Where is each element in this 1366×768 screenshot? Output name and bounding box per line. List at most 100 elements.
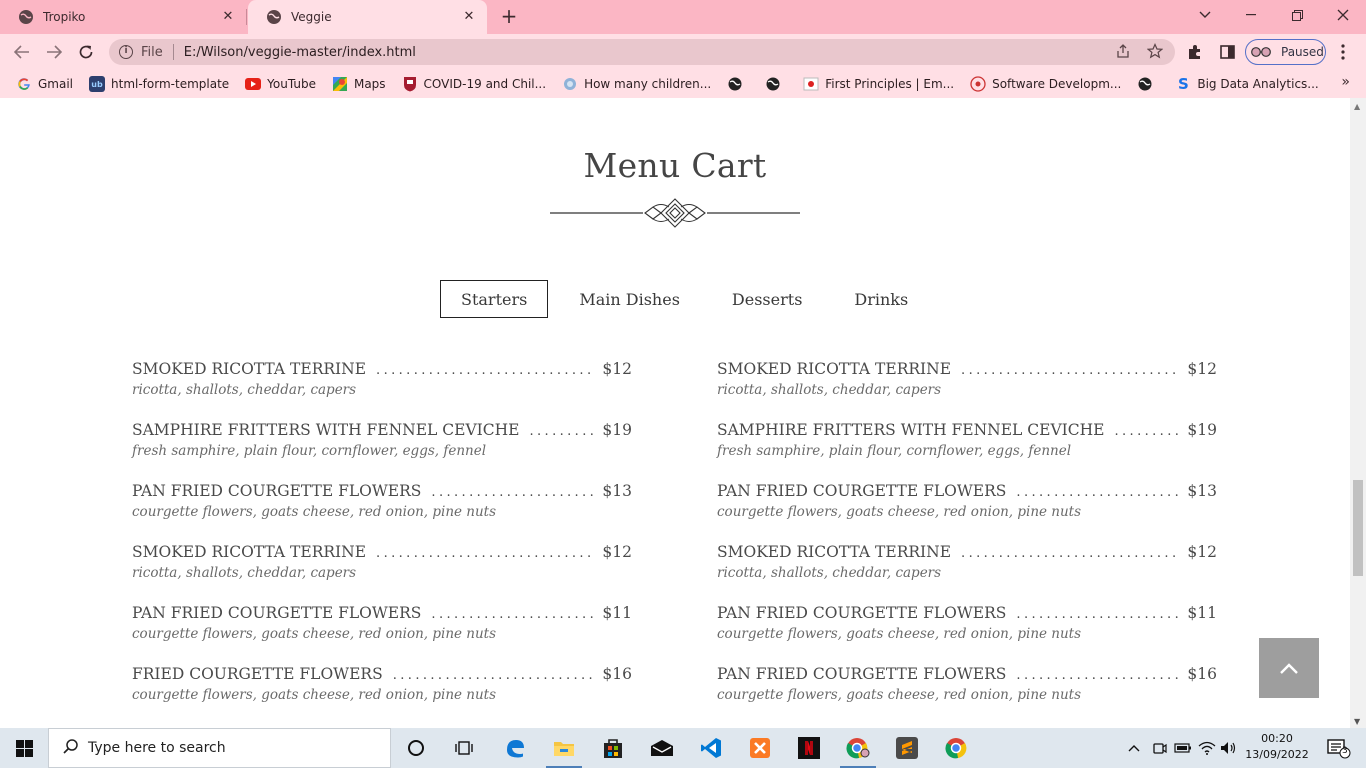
chrome-menu-button[interactable] — [1333, 42, 1353, 62]
tab-search-button[interactable] — [1182, 0, 1228, 30]
bookmark-globe-2[interactable] — [765, 76, 787, 92]
profile-button[interactable]: Paused — [1245, 39, 1326, 65]
tray-battery[interactable] — [1172, 728, 1194, 768]
browser-tab-veggie[interactable]: Veggie ✕ — [248, 0, 487, 34]
menu-item-name: PAN FRIED COURGETTE FLOWERS — [717, 482, 1007, 500]
wifi-icon — [1198, 741, 1216, 755]
task-view-button[interactable] — [440, 728, 488, 768]
dotted-leader: ........................................… — [961, 546, 1180, 561]
menu-item-header: SMOKED RICOTTA TERRINE..................… — [717, 543, 1217, 561]
back-to-top-button[interactable] — [1259, 638, 1319, 698]
restore-button[interactable] — [1274, 0, 1320, 30]
menu-item-name: SMOKED RICOTTA TERRINE — [717, 360, 952, 378]
close-tab-icon[interactable]: ✕ — [220, 9, 236, 25]
menu-item-name: SMOKED RICOTTA TERRINE — [717, 543, 952, 561]
menu-item-price: $13 — [1187, 482, 1217, 500]
bookmark-globe-1[interactable] — [727, 76, 749, 92]
tab-main-dishes[interactable]: Main Dishes — [558, 280, 701, 318]
taskbar-clock[interactable]: 00:20 13/09/2022 — [1240, 731, 1314, 763]
s-icon: S — [1177, 75, 1189, 93]
bookmark-gmail[interactable]: Gmail — [16, 76, 73, 92]
menu-item-price: $12 — [1187, 360, 1217, 378]
menu-item-description: ricotta, shallots, cheddar, capers — [717, 565, 942, 581]
new-tab-button[interactable]: + — [498, 6, 520, 28]
harvard-icon — [402, 76, 418, 92]
xampp-icon — [750, 738, 770, 758]
tab-starters[interactable]: Starters — [440, 280, 549, 318]
tray-volume[interactable] — [1218, 728, 1240, 768]
taskbar-netflix[interactable] — [785, 728, 833, 768]
bookmark-label: First Principles | Em... — [825, 77, 955, 91]
minimize-button[interactable] — [1228, 0, 1274, 30]
extensions-button[interactable] — [1185, 42, 1205, 62]
menu-item: SMOKED RICOTTA TERRINE..................… — [132, 543, 632, 604]
close-window-button[interactable] — [1320, 0, 1366, 30]
taskbar-vscode[interactable] — [687, 728, 735, 768]
menu-item-description: courgette flowers, goats cheese, red oni… — [717, 504, 1082, 520]
address-url[interactable]: E:/Wilson/veggie-master/index.html — [184, 45, 416, 60]
taskbar-file-explorer[interactable] — [540, 728, 588, 768]
arrow-right-icon — [47, 45, 62, 59]
dotted-leader: ........................................… — [961, 363, 1180, 378]
bookmark-maps[interactable]: Maps — [332, 76, 386, 92]
tray-wifi[interactable] — [1196, 728, 1218, 768]
tray-meet-now[interactable] — [1148, 728, 1170, 768]
dotted-leader: ........................................… — [1016, 485, 1179, 500]
chevron-up-icon — [1128, 745, 1140, 752]
windows-logo-icon — [15, 739, 33, 757]
tab-drinks[interactable]: Drinks — [833, 280, 929, 318]
bookmark-youtube[interactable]: YouTube — [245, 76, 316, 92]
taskbar-mail[interactable] — [638, 728, 686, 768]
menu-item-header: PAN FRIED COURGETTE FLOWERS.............… — [717, 482, 1217, 500]
info-icon[interactable]: i — [119, 45, 133, 59]
menu-item-header: SAMPHIRE FRITTERS WITH FENNEL CEVICHE...… — [717, 421, 1217, 439]
taskbar-chrome[interactable] — [932, 728, 980, 768]
side-panel-button[interactable] — [1217, 42, 1237, 62]
scroll-up-icon[interactable]: ▲ — [1354, 102, 1360, 111]
bookmark-first-principles[interactable]: First Principles | Em... — [803, 76, 954, 92]
bookmark-how-many-children[interactable]: How many children... — [562, 76, 711, 92]
cortana-button[interactable] — [392, 728, 440, 768]
show-hidden-icons-button[interactable] — [1124, 728, 1144, 768]
menu-item-name: PAN FRIED COURGETTE FLOWERS — [717, 665, 1007, 683]
bookmark-star-icon[interactable] — [1147, 43, 1163, 59]
address-bar[interactable]: i File E:/Wilson/veggie-master/index.htm… — [109, 39, 1175, 65]
browser-tab-tropiko[interactable]: Tropiko ✕ — [0, 0, 246, 34]
dotted-leader: ........................................… — [529, 424, 594, 439]
taskbar-xampp[interactable] — [736, 728, 784, 768]
page-scrollbar[interactable]: ▲ ▼ — [1350, 98, 1366, 728]
task-view-icon — [455, 741, 473, 755]
bookmark-html-form-template[interactable]: ub html-form-template — [89, 76, 229, 92]
menu-item-header: PAN FRIED COURGETTE FLOWERS.............… — [132, 604, 632, 622]
tab-separator — [246, 9, 247, 25]
tab-desserts[interactable]: Desserts — [711, 280, 823, 318]
menu-item-description: courgette flowers, goats cheese, red oni… — [132, 687, 497, 703]
menu-item-header: SMOKED RICOTTA TERRINE..................… — [132, 360, 632, 378]
scroll-down-icon[interactable]: ▼ — [1354, 717, 1360, 726]
bookmark-software-development[interactable]: Software Developm... — [970, 76, 1121, 92]
action-center-button[interactable]: 3 — [1318, 728, 1358, 768]
close-tab-icon[interactable]: ✕ — [461, 9, 477, 25]
taskbar-chrome-profile[interactable] — [834, 728, 882, 768]
start-button[interactable] — [0, 728, 48, 768]
menu-item-price: $13 — [602, 482, 632, 500]
taskbar-edge[interactable] — [491, 728, 539, 768]
arrow-left-icon — [14, 45, 29, 59]
share-icon[interactable] — [1115, 43, 1131, 59]
scrollbar-thumb[interactable] — [1353, 480, 1363, 576]
bookmark-big-data[interactable]: S Big Data Analytics... — [1175, 75, 1319, 93]
reload-button[interactable] — [75, 41, 97, 63]
more-bookmarks-icon[interactable]: » — [1341, 74, 1350, 90]
back-button[interactable] — [11, 41, 33, 63]
taskbar-store[interactable] — [589, 728, 637, 768]
taskbar-sublime[interactable] — [883, 728, 931, 768]
forward-button[interactable] — [43, 41, 65, 63]
menu-item-price: $19 — [602, 421, 632, 439]
address-divider — [172, 44, 174, 60]
taskbar-search-box[interactable]: Type here to search — [48, 728, 391, 768]
menu-item-price: $16 — [1187, 665, 1217, 683]
maps-icon — [332, 76, 348, 92]
menu-item: SMOKED RICOTTA TERRINE..................… — [132, 360, 632, 421]
bookmark-covid[interactable]: COVID-19 and Chil... — [402, 76, 546, 92]
bookmark-globe-3[interactable] — [1137, 76, 1159, 92]
